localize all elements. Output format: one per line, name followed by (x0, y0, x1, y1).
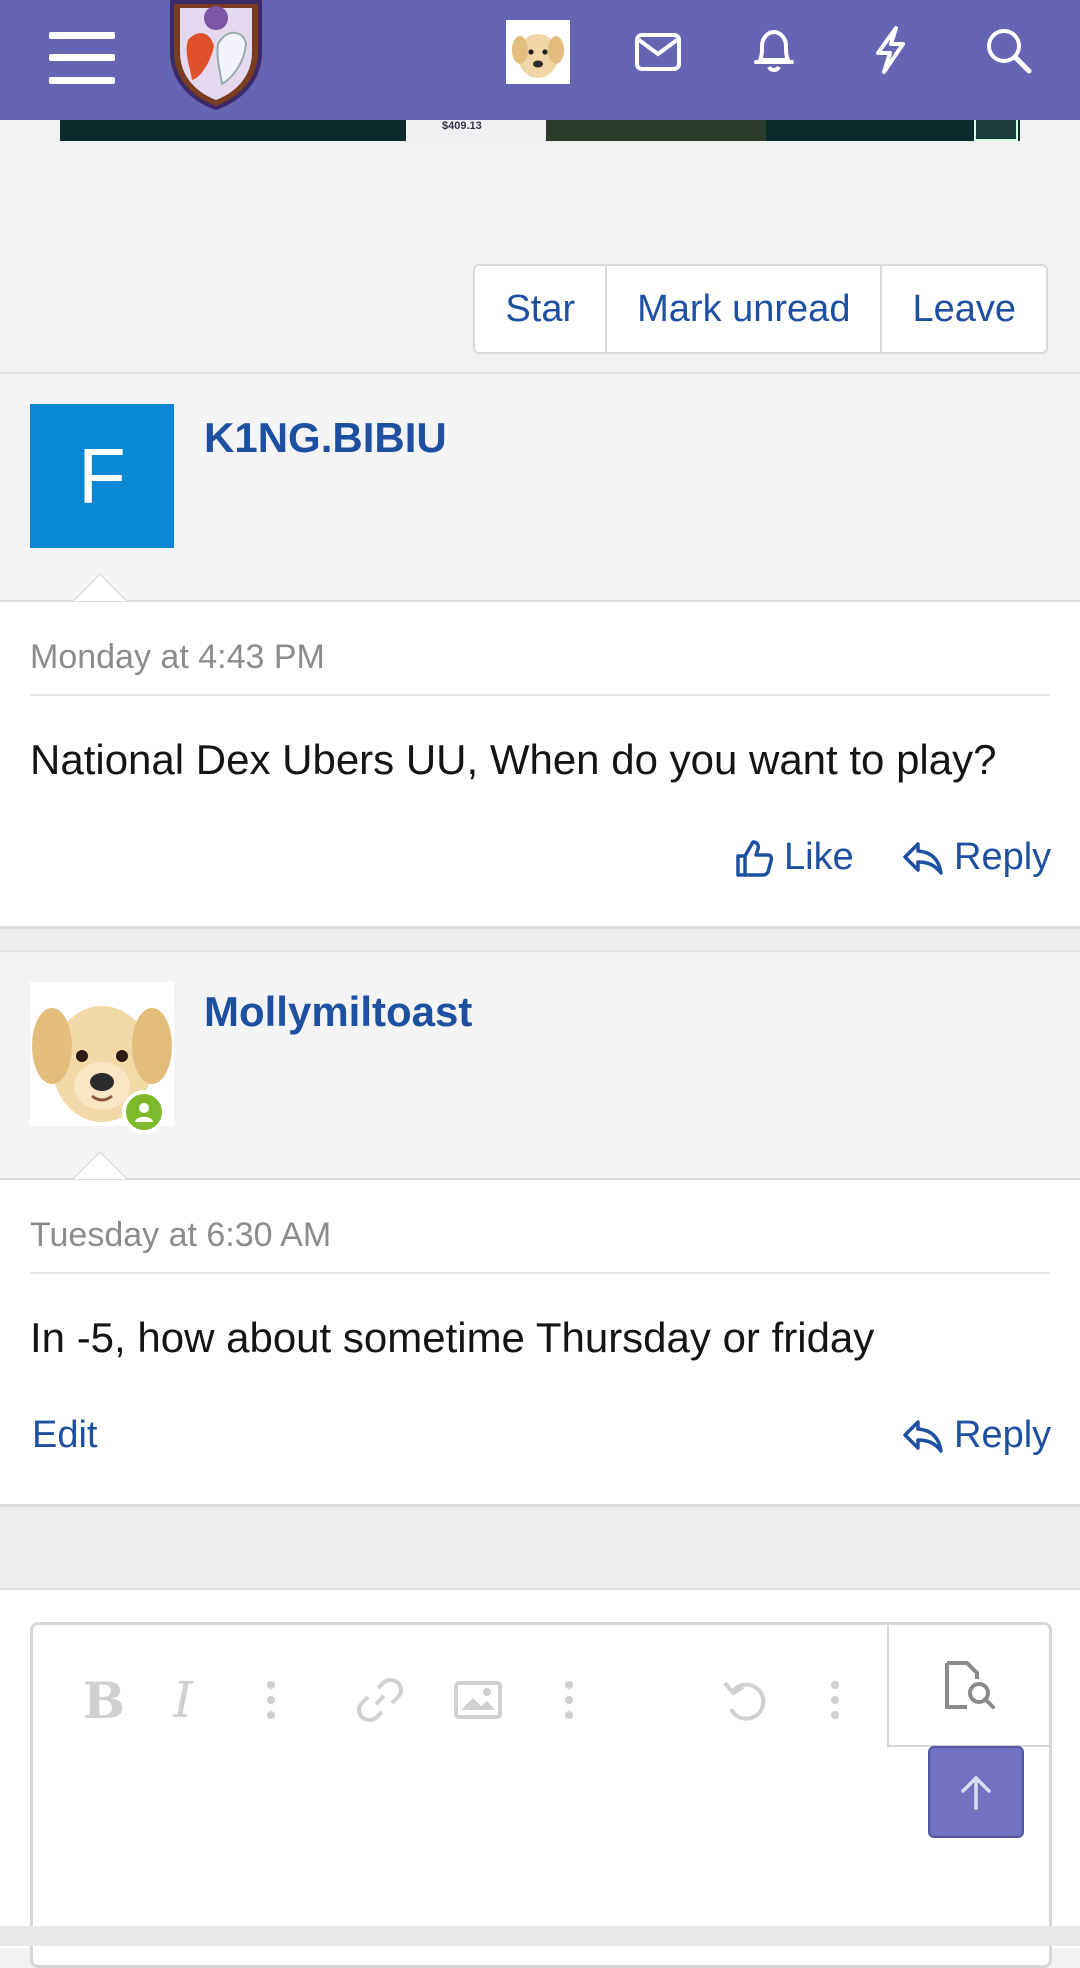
star-button[interactable]: Star (475, 266, 605, 352)
ad-info-icon[interactable] (974, 120, 1018, 141)
edit-button[interactable]: Edit (32, 1414, 97, 1457)
user-avatar[interactable] (506, 20, 570, 84)
arrow-up-icon (961, 1776, 991, 1810)
edit-label: Edit (32, 1414, 98, 1456)
online-status-icon (122, 1090, 166, 1134)
undo-icon[interactable] (719, 1675, 773, 1729)
inbox-icon[interactable] (626, 20, 690, 84)
italic-icon[interactable]: I (163, 1671, 203, 1729)
link-icon[interactable] (355, 1675, 405, 1725)
reply-icon (903, 1419, 943, 1453)
mark-unread-button[interactable]: Mark unread (605, 266, 880, 352)
message-header: F K1NG.BIBIU (0, 372, 1080, 604)
reply-button[interactable]: Reply (902, 1414, 1051, 1457)
reply-editor[interactable]: B I (30, 1622, 1052, 1968)
menu-icon[interactable] (40, 16, 124, 100)
message-pointer (72, 1151, 128, 1179)
ad-price: $409.13 (442, 120, 482, 132)
top-navigation-bar (0, 0, 1080, 120)
quick-reply-area: B I (0, 1588, 1080, 1968)
message-author[interactable]: Mollymiltoast (204, 988, 472, 1036)
bold-icon[interactable]: B (79, 1671, 129, 1730)
site-logo[interactable] (166, 0, 266, 110)
message-author[interactable]: K1NG.BIBIU (204, 414, 447, 462)
avatar[interactable]: F (30, 404, 174, 548)
bottom-edge (0, 1926, 1080, 1946)
more-options-icon[interactable] (559, 1675, 579, 1725)
thumbs-up-icon (736, 839, 774, 877)
leave-button[interactable]: Leave (880, 266, 1046, 352)
message-header: Mollymiltoast (0, 950, 1080, 1182)
reply-icon (903, 841, 943, 875)
more-options-icon[interactable] (825, 1675, 845, 1725)
reply-label: Reply (954, 1414, 1052, 1456)
bell-icon[interactable] (742, 18, 806, 82)
like-label: Like (784, 836, 854, 878)
avatar[interactable] (30, 982, 174, 1134)
image-icon[interactable] (451, 1675, 505, 1725)
advertisement-banner[interactable]: $409.13 (60, 120, 1020, 141)
message-timestamp[interactable]: Tuesday at 6:30 AM (30, 1216, 331, 1255)
divider (30, 694, 1050, 696)
conversation-actions: Star Mark unread Leave (473, 264, 1048, 354)
search-icon[interactable] (976, 18, 1040, 82)
reply-button[interactable]: Reply (902, 836, 1051, 879)
more-options-icon[interactable] (261, 1675, 281, 1725)
message-text: In -5, how about sometime Thursday or fr… (30, 1314, 875, 1361)
message-body: Monday at 4:43 PM National Dex Ubers UU,… (0, 600, 1080, 928)
scroll-to-top-button[interactable] (928, 1746, 1024, 1838)
message-pointer (72, 573, 128, 601)
preview-icon (945, 1661, 995, 1709)
divider (30, 1272, 1050, 1274)
reply-label: Reply (954, 836, 1052, 878)
message-text: National Dex Ubers UU, When do you want … (30, 736, 997, 783)
message-body: Tuesday at 6:30 AM In -5, how about some… (0, 1178, 1080, 1506)
message-timestamp[interactable]: Monday at 4:43 PM (30, 638, 325, 677)
bolt-icon[interactable] (858, 18, 922, 82)
like-button[interactable]: Like (734, 836, 854, 879)
preview-button[interactable] (887, 1625, 1049, 1747)
section-separator (0, 1504, 1080, 1591)
